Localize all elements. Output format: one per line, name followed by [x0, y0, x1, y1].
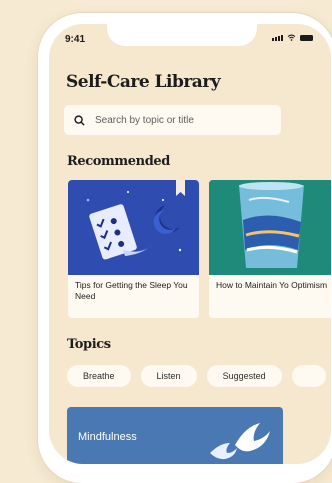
recommended-heading: Recommended	[67, 154, 170, 169]
chip-more[interactable]	[291, 365, 326, 387]
card-title: Tips for Getting the Sleep You Need	[75, 280, 188, 301]
banner-label: Mindfulness	[78, 431, 137, 443]
chip-suggested[interactable]: Suggested	[206, 365, 282, 387]
topics-heading: Topics	[67, 337, 111, 352]
doves-icon	[210, 423, 270, 460]
search-input[interactable]	[93, 113, 267, 127]
card-title: How to Maintain Yo Optimism	[216, 280, 328, 290]
chip-breathe[interactable]: Breathe	[67, 365, 131, 387]
optimism-illustration	[209, 180, 331, 275]
search-bar[interactable]	[64, 105, 281, 135]
screen-content: Recommended	[49, 24, 331, 464]
recommended-card-sleep[interactable]: Tips for Getting the Sleep You Need	[68, 180, 199, 318]
mindfulness-banner[interactable]: Mindfulness	[67, 407, 283, 464]
sleep-illustration	[68, 180, 199, 275]
search-icon	[74, 114, 85, 126]
recommended-card-optimism[interactable]: How to Maintain Yo Optimism	[209, 180, 331, 318]
topic-chips: Breathe Listen Suggested	[67, 365, 326, 387]
chip-listen[interactable]: Listen	[140, 365, 197, 387]
